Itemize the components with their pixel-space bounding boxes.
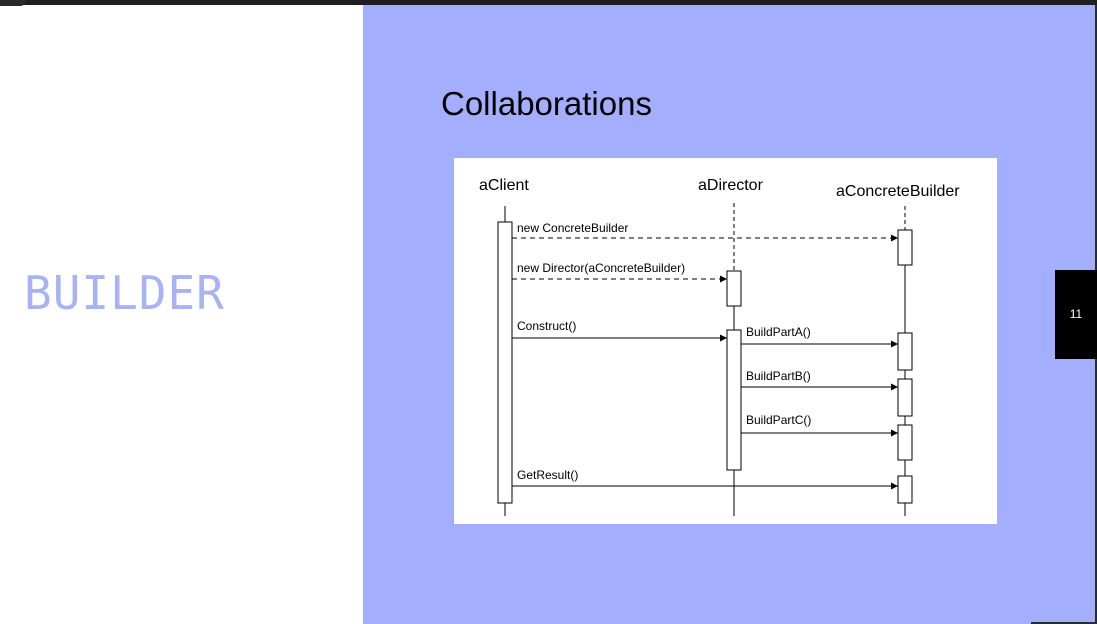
page-number: 11 — [1069, 307, 1083, 321]
message-new-concretebuilder-label: new ConcreteBuilder — [517, 221, 628, 235]
participant-adirector: aDirector — [698, 177, 764, 194]
slide-section-title: BUILDER — [24, 266, 225, 320]
page-number-tab: 11 — [1055, 270, 1097, 359]
content-panel: Collaborations aClient aDirector aConcre… — [363, 5, 1097, 624]
activation-builder-parta — [897, 332, 913, 371]
message-buildparta-label: BuildPartA() — [746, 325, 811, 339]
participant-aconcretebuilder: aConcreteBuilder — [836, 183, 960, 200]
activation-builder-partb — [897, 378, 913, 417]
slide-heading: Collaborations — [441, 85, 652, 122]
message-buildpartc-label: BuildPartC() — [746, 413, 811, 427]
message-getresult-label: GetResult() — [517, 468, 578, 482]
activation-builder-partc — [897, 424, 913, 461]
sequence-diagram-svg: aClient aDirector aConcreteBuilder new C… — [479, 177, 960, 516]
activation-builder-getresult — [897, 475, 913, 504]
activation-adirector-construct — [726, 329, 742, 471]
activation-builder-create — [897, 229, 913, 266]
window-corner-control — [0, 0, 26, 6]
activation-aclient — [497, 221, 513, 504]
activation-adirector-create — [726, 270, 742, 307]
participant-aclient: aClient — [479, 177, 529, 194]
message-new-director-label: new Director(aConcreteBuilder) — [517, 261, 685, 275]
message-buildpartb-label: BuildPartB() — [746, 369, 811, 383]
message-construct-label: Construct() — [517, 319, 576, 333]
sequence-diagram: aClient aDirector aConcreteBuilder new C… — [454, 158, 997, 524]
